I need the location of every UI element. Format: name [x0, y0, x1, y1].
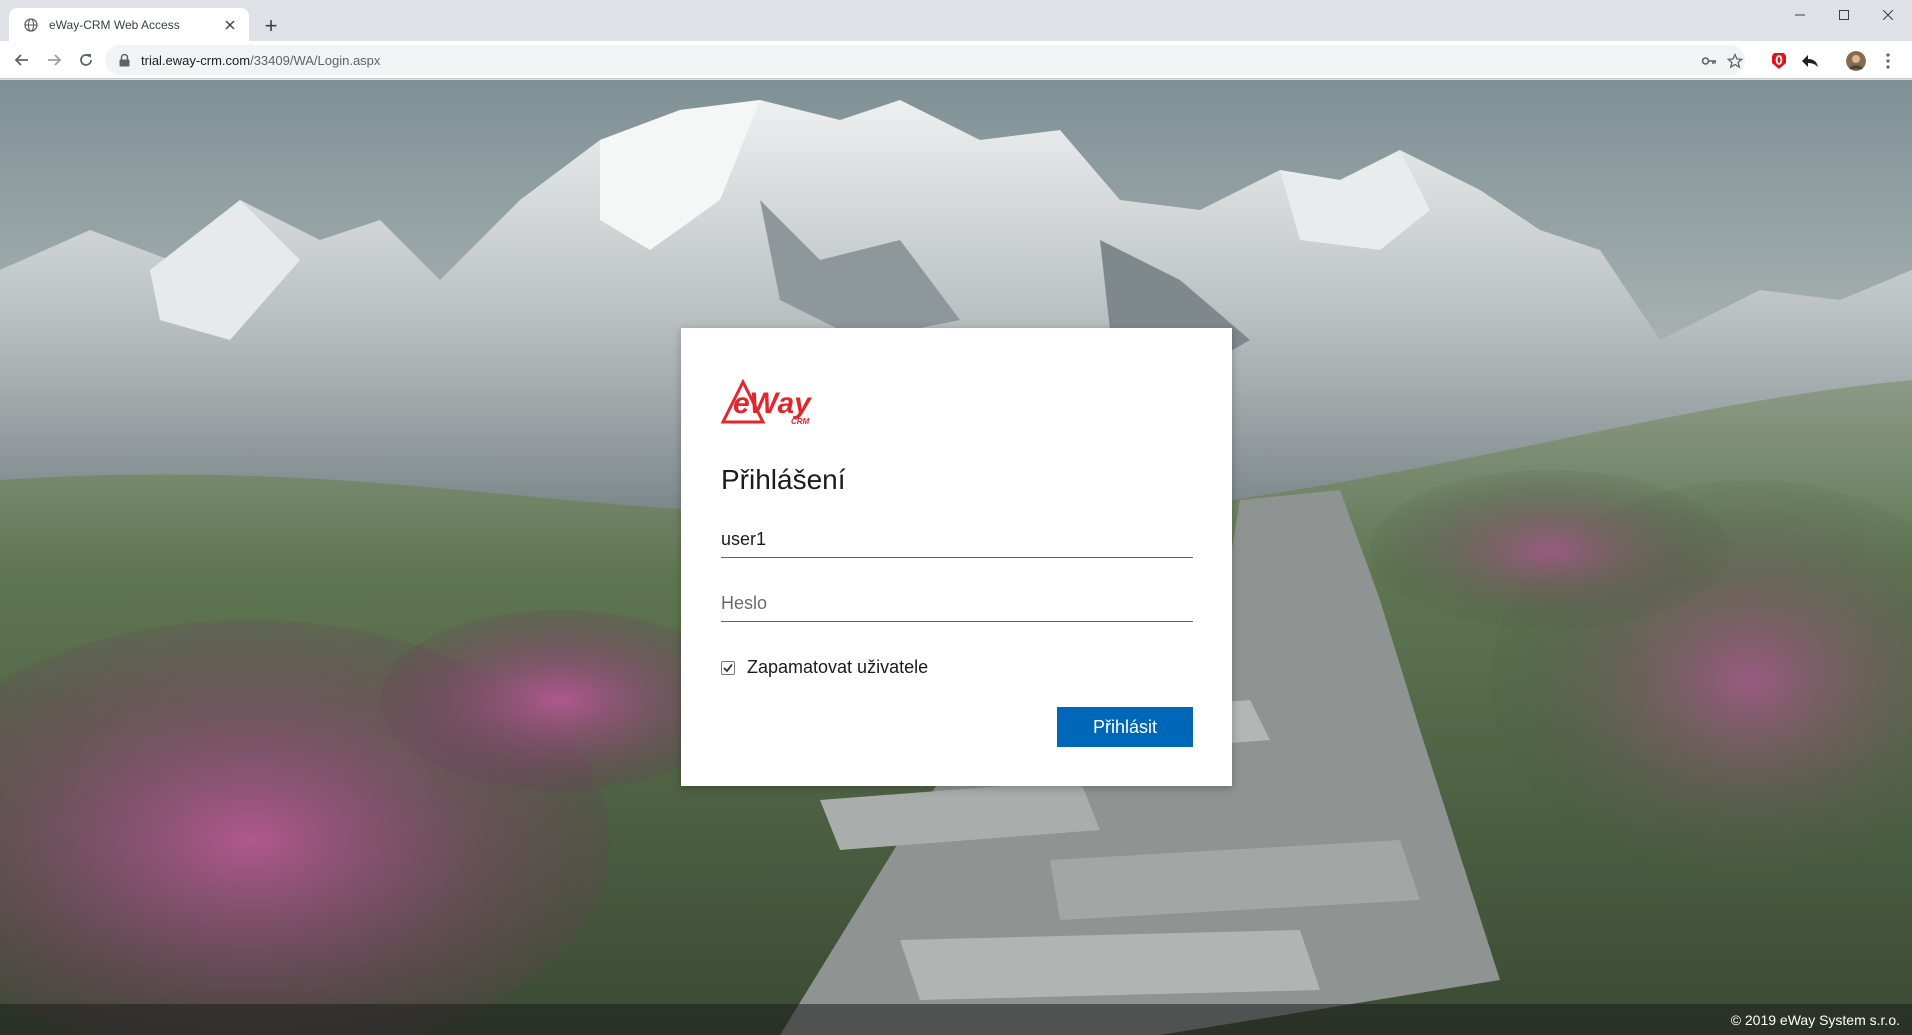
- chrome-menu-icon[interactable]: [1878, 51, 1898, 71]
- remember-user-row[interactable]: Zapamatovat uživatele: [721, 657, 928, 678]
- svg-text:CRM: CRM: [791, 417, 810, 426]
- eway-crm-logo: eWay CRM: [720, 378, 812, 426]
- page-title: Přihlášení: [721, 464, 846, 495]
- reload-icon[interactable]: [72, 46, 100, 74]
- lock-icon[interactable]: [117, 53, 131, 67]
- opera-extension-icon[interactable]: [1769, 51, 1789, 71]
- maximize-icon[interactable]: [1822, 0, 1866, 30]
- svg-text:eWay: eWay: [733, 387, 812, 420]
- close-window-icon[interactable]: [1866, 0, 1910, 30]
- minimize-icon[interactable]: [1778, 0, 1822, 30]
- username-field[interactable]: [721, 522, 1193, 558]
- new-tab-button[interactable]: +: [258, 13, 284, 39]
- login-card: eWay CRM Přihlášení Zapamatovat uživatel…: [681, 328, 1232, 786]
- reply-extension-icon[interactable]: [1800, 51, 1820, 71]
- login-button[interactable]: Přihlásit: [1057, 707, 1193, 747]
- copyright-text: © 2019 eWay System s.r.o.: [1730, 1012, 1900, 1028]
- forward-icon[interactable]: [40, 46, 68, 74]
- remember-user-checkbox[interactable]: [721, 660, 735, 675]
- password-input[interactable]: [721, 586, 1193, 621]
- checkmark-icon: [723, 663, 733, 672]
- address-bar[interactable]: trial.eway-crm.com/33409/WA/Login.aspx: [105, 45, 1745, 75]
- browser-toolbar: trial.eway-crm.com/33409/WA/Login.aspx: [0, 41, 1912, 79]
- password-field[interactable]: [721, 586, 1193, 622]
- browser-tab[interactable]: eWay-CRM Web Access: [9, 8, 249, 41]
- browser-titlebar: eWay-CRM Web Access +: [0, 0, 1912, 41]
- back-icon[interactable]: [8, 46, 36, 74]
- tab-title: eWay-CRM Web Access: [49, 17, 180, 32]
- remember-user-label: Zapamatovat uživatele: [747, 657, 929, 677]
- url-text: trial.eway-crm.com/33409/WA/Login.aspx: [141, 52, 381, 68]
- globe-icon: [23, 17, 39, 33]
- close-tab-icon[interactable]: [221, 16, 239, 34]
- bookmark-star-icon[interactable]: [1726, 52, 1744, 70]
- footer-bar: [0, 1004, 1912, 1035]
- page-viewport: © 2019 eWay System s.r.o. eWay CRM Přihl…: [0, 80, 1912, 1035]
- username-input[interactable]: [721, 522, 1193, 557]
- profile-avatar[interactable]: [1846, 51, 1866, 71]
- key-icon[interactable]: [1700, 52, 1718, 70]
